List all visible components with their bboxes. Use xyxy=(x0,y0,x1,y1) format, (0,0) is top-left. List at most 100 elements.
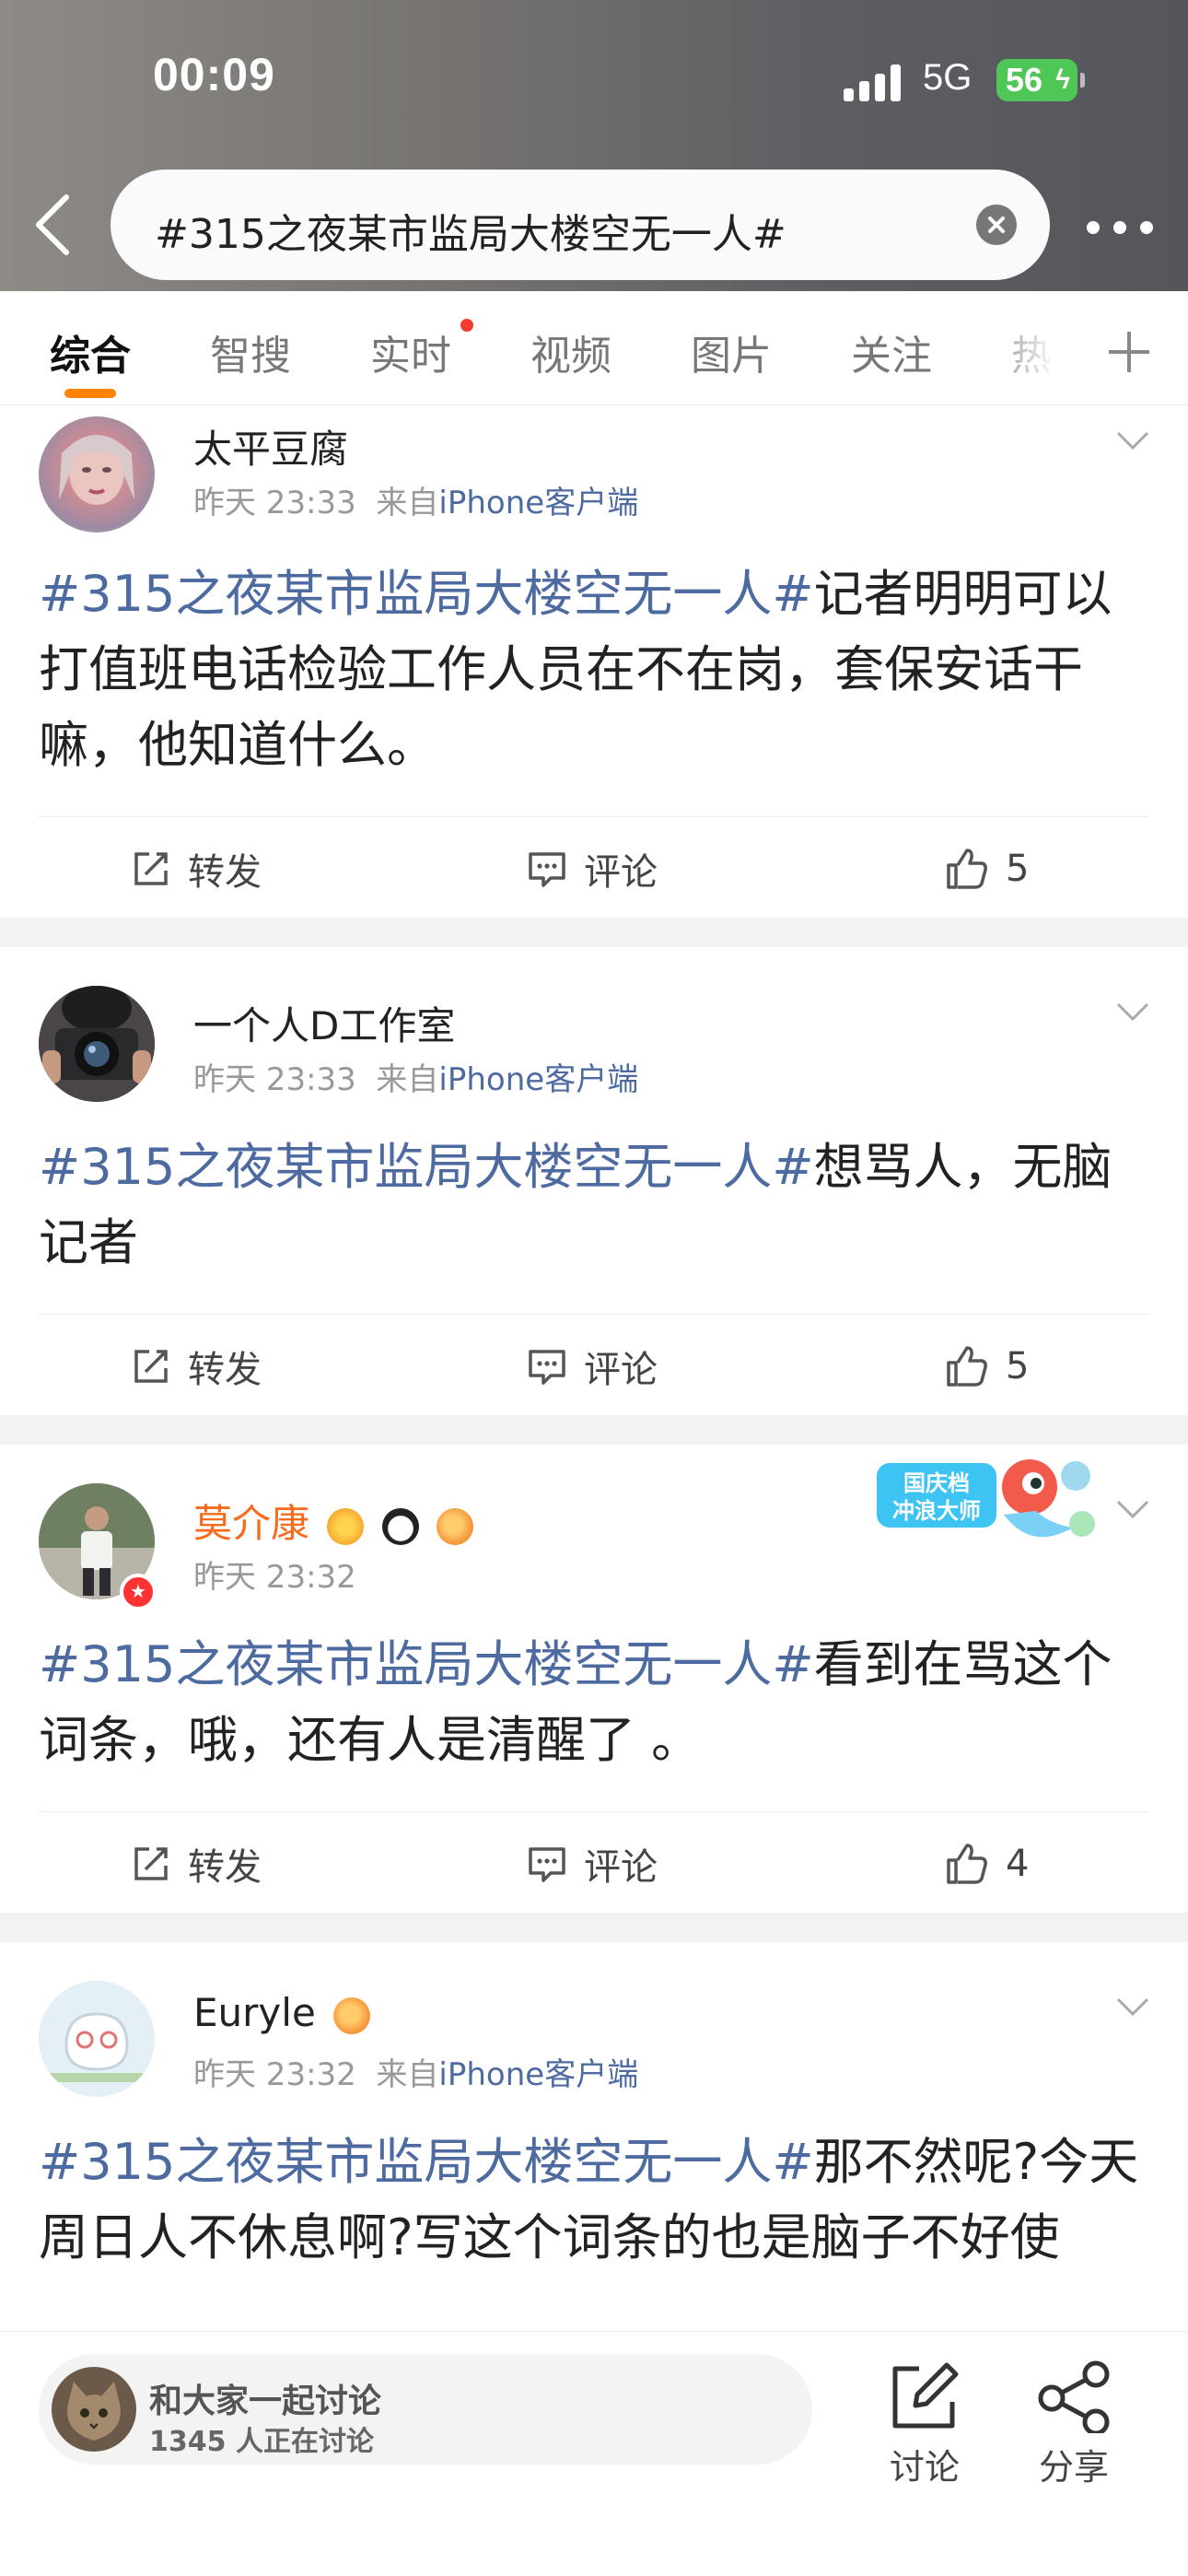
tab-video[interactable]: 视频 xyxy=(530,322,611,381)
username[interactable]: 太平豆腐 xyxy=(193,418,348,474)
repost-icon xyxy=(134,852,168,885)
header: 00:09 5G 56 ϟ #315之夜某市监局大楼空无一人# xyxy=(0,0,1188,291)
post-meta: 昨天 23:32 来自iPhone客户端 xyxy=(193,2049,638,2094)
chevron-down-icon[interactable] xyxy=(1116,1001,1149,1023)
topic-link[interactable]: #315之夜某市监局大楼空无一人# xyxy=(39,565,814,623)
charging-icon: ϟ xyxy=(1055,64,1070,95)
like-count: 5 xyxy=(1006,848,1030,890)
verified-badge-icon: ★ xyxy=(120,1574,157,1610)
join-discussion-button[interactable]: 和大家一起讨论 1345 人正在讨论 xyxy=(39,2354,812,2465)
avatar[interactable] xyxy=(39,986,155,1102)
add-tab-icon[interactable] xyxy=(1109,332,1149,372)
tab-following[interactable]: 关注 xyxy=(851,322,932,381)
source-prefix: 来自 xyxy=(376,485,439,521)
search-query: #315之夜某市监局大楼空无一人# xyxy=(155,211,786,258)
post-source[interactable]: iPhone客户端 xyxy=(438,485,638,521)
post-actions: 转发 评论 5 xyxy=(39,816,1149,918)
thumbs-up-icon xyxy=(947,1346,987,1387)
comment-button[interactable]: 评论 xyxy=(527,841,658,896)
post-card[interactable]: 一个人D工作室 昨天 23:33 来自iPhone客户端 #315之夜某市监局大… xyxy=(0,947,1188,1415)
back-arrow-icon xyxy=(36,194,69,255)
tab-realtime[interactable]: 实时 xyxy=(370,322,451,381)
comment-label: 评论 xyxy=(584,851,658,894)
source-prefix: 来自 xyxy=(376,1061,439,1098)
post-actions: 转发 评论 5 xyxy=(39,1314,1149,1415)
discussion-title: 和大家一起讨论 xyxy=(149,2383,382,2420)
repost-label: 转发 xyxy=(188,1349,262,1391)
like-button[interactable]: 5 xyxy=(945,841,1029,896)
cat-avatar-image xyxy=(52,2367,136,2452)
share-icon xyxy=(1038,2360,1110,2436)
post-card[interactable]: 太平豆腐 昨天 23:33 来自iPhone客户端 #315之夜某市监局大楼空无… xyxy=(0,405,1188,918)
avatar-image xyxy=(39,1981,155,2097)
chevron-down-icon[interactable] xyxy=(1116,1498,1149,1520)
festival-badge-line2: 冲浪大师 xyxy=(892,1498,981,1524)
share-button[interactable]: 分享 xyxy=(1019,2350,1129,2488)
repost-label: 转发 xyxy=(188,1846,262,1889)
tab-images[interactable]: 图片 xyxy=(691,322,772,381)
source-prefix: 来自 xyxy=(376,2056,439,2093)
avatar[interactable] xyxy=(39,1981,155,2097)
discuss-button[interactable]: 讨论 xyxy=(869,2350,980,2488)
signal-icon xyxy=(844,64,903,101)
tab-fade xyxy=(976,291,1077,402)
tab-bar: 综合 智搜 实时 视频 图片 关注 热 xyxy=(0,291,1188,405)
topic-link[interactable]: #315之夜某市监局大楼空无一人# xyxy=(39,1635,814,1693)
post-text: #315之夜某市监局大楼空无一人#想骂人，无脑记者 xyxy=(39,1130,1153,1281)
panda-badge-icon xyxy=(381,1507,419,1545)
post-card[interactable]: ★ 莫介康 昨天 23:32 国庆档 冲浪大师 #315之夜某市监局大楼空无一人… xyxy=(0,1445,1188,1913)
comment-label: 评论 xyxy=(584,1846,658,1889)
battery-icon: 56 ϟ xyxy=(996,59,1085,101)
status-time: 00:09 xyxy=(153,49,275,100)
thumbs-up-icon xyxy=(947,1844,987,1884)
more-button[interactable] xyxy=(1083,208,1157,245)
repost-button[interactable]: 转发 xyxy=(131,1339,262,1394)
topic-link[interactable]: #315之夜某市监局大楼空无一人# xyxy=(39,2133,814,2191)
repost-label: 转发 xyxy=(188,851,262,894)
repost-button[interactable]: 转发 xyxy=(131,1836,262,1891)
post-meta: 昨天 23:33 来自iPhone客户端 xyxy=(193,1054,638,1099)
fish-badge-icon xyxy=(437,1507,474,1545)
post-time: 昨天 23:33 xyxy=(193,485,356,521)
tab-comprehensive[interactable]: 综合 xyxy=(50,322,131,381)
chevron-down-icon[interactable] xyxy=(1116,429,1149,451)
username[interactable]: 一个人D工作室 xyxy=(193,995,455,1051)
crown-badge-icon xyxy=(327,1507,365,1545)
post-text: #315之夜某市监局大楼空无一人#那不然呢?今天周日人不休息啊?写这个词条的也是… xyxy=(39,2125,1153,2276)
post-time: 昨天 23:33 xyxy=(193,1061,356,1098)
like-count: 5 xyxy=(1006,1345,1030,1388)
tab-smart-search[interactable]: 智搜 xyxy=(210,322,291,381)
fish-badge-icon xyxy=(333,1996,371,2034)
battery-level: 56 xyxy=(1006,61,1043,99)
share-label: 分享 xyxy=(1038,2447,1109,2488)
post-meta: 昨天 23:32 xyxy=(193,1551,356,1597)
avatar-image xyxy=(39,986,155,1102)
post-source[interactable]: iPhone客户端 xyxy=(438,2056,638,2093)
discuss-label: 讨论 xyxy=(889,2447,960,2488)
back-button[interactable] xyxy=(26,192,81,258)
repost-button[interactable]: 转发 xyxy=(131,841,262,896)
comment-button[interactable]: 评论 xyxy=(527,1339,658,1394)
notification-dot xyxy=(460,319,473,332)
clear-search-button[interactable] xyxy=(976,205,1017,245)
like-button[interactable]: 5 xyxy=(945,1339,1029,1394)
post-actions: 转发 评论 4 xyxy=(39,1811,1149,1913)
avatar[interactable] xyxy=(39,416,155,533)
festival-badge-icon[interactable]: 国庆档 冲浪大师 xyxy=(875,1450,1105,1559)
comment-icon xyxy=(529,852,565,887)
username[interactable]: 莫介康 xyxy=(193,1493,474,1549)
thumbs-up-icon xyxy=(947,849,987,889)
post-meta: 昨天 23:33 来自iPhone客户端 xyxy=(193,477,638,522)
festival-badge-line1: 国庆档 xyxy=(903,1470,970,1496)
like-button[interactable]: 4 xyxy=(945,1836,1029,1891)
search-input[interactable]: #315之夜某市监局大楼空无一人# xyxy=(111,170,1050,280)
post-card[interactable]: Euryle 昨天 23:32 来自iPhone客户端 #315之夜某市监局大楼… xyxy=(0,1942,1188,2331)
username-text: 莫介康 xyxy=(193,1501,310,1546)
discussion-count: 1345 人正在讨论 xyxy=(149,2426,374,2458)
comment-button[interactable]: 评论 xyxy=(527,1836,658,1891)
post-source[interactable]: iPhone客户端 xyxy=(438,1061,638,1098)
comment-icon xyxy=(529,1847,565,1882)
chevron-down-icon[interactable] xyxy=(1116,1996,1149,2018)
username[interactable]: Euryle xyxy=(193,1990,371,2035)
topic-link[interactable]: #315之夜某市监局大楼空无一人# xyxy=(39,1138,814,1196)
